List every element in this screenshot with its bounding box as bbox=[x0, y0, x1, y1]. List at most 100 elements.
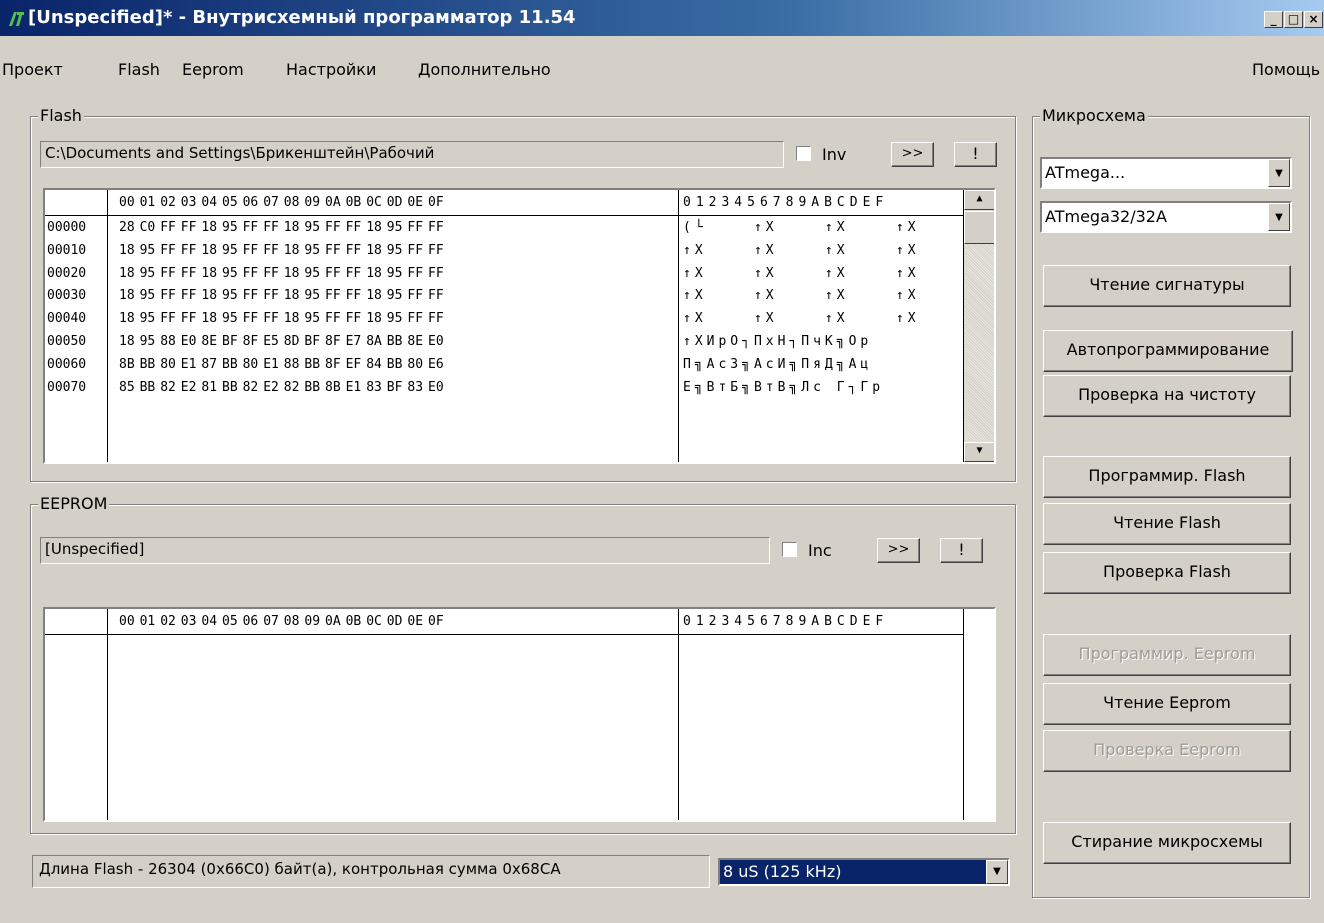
byte-cell[interactable]: FF bbox=[407, 243, 423, 258]
byte-cell[interactable]: 95 bbox=[140, 334, 156, 349]
byte-cell[interactable]: 18 bbox=[284, 288, 300, 303]
byte-cell[interactable]: FF bbox=[160, 288, 176, 303]
byte-cell[interactable]: 95 bbox=[140, 311, 156, 326]
byte-cell[interactable]: E1 bbox=[181, 357, 197, 372]
byte-cell[interactable]: FF bbox=[181, 311, 197, 326]
byte-cell[interactable]: 18 bbox=[119, 266, 135, 281]
byte-cell[interactable]: 8F bbox=[325, 357, 341, 372]
byte-cell[interactable]: 95 bbox=[140, 266, 156, 281]
byte-cell[interactable]: 8E bbox=[407, 334, 423, 349]
byte-cell[interactable]: 18 bbox=[201, 266, 217, 281]
byte-cell[interactable]: FF bbox=[263, 311, 279, 326]
byte-cell[interactable]: 80 bbox=[243, 357, 259, 372]
byte-cell[interactable]: BB bbox=[304, 380, 320, 395]
byte-cell[interactable]: 95 bbox=[222, 288, 238, 303]
byte-cell[interactable]: FF bbox=[181, 243, 197, 258]
byte-cell[interactable]: 18 bbox=[366, 288, 382, 303]
byte-cell[interactable]: FF bbox=[243, 243, 259, 258]
menu-help[interactable]: Помощь bbox=[1252, 60, 1320, 79]
byte-cell[interactable]: 18 bbox=[284, 266, 300, 281]
byte-cell[interactable]: FF bbox=[407, 220, 423, 235]
byte-cell[interactable]: FF bbox=[243, 266, 259, 281]
byte-cell[interactable]: FF bbox=[181, 288, 197, 303]
byte-cell[interactable]: 95 bbox=[222, 311, 238, 326]
byte-cell[interactable]: BB bbox=[222, 357, 238, 372]
byte-cell[interactable]: 18 bbox=[201, 243, 217, 258]
byte-cell[interactable]: FF bbox=[346, 266, 362, 281]
byte-cell[interactable]: FF bbox=[160, 220, 176, 235]
byte-cell[interactable]: 18 bbox=[284, 220, 300, 235]
flash-warn-button[interactable]: ! bbox=[954, 142, 997, 167]
byte-cell[interactable]: 18 bbox=[201, 288, 217, 303]
byte-cell[interactable]: 95 bbox=[387, 266, 403, 281]
byte-cell[interactable]: FF bbox=[325, 266, 341, 281]
byte-cell[interactable]: E1 bbox=[263, 357, 279, 372]
chevron-down-icon[interactable]: ▼ bbox=[1268, 159, 1290, 187]
byte-cell[interactable]: E2 bbox=[263, 380, 279, 395]
speed-select[interactable]: 8 uS (125 kHz) ▼ bbox=[718, 858, 1010, 886]
byte-cell[interactable]: 18 bbox=[119, 288, 135, 303]
byte-cell[interactable]: 80 bbox=[160, 357, 176, 372]
byte-cell[interactable]: 18 bbox=[366, 243, 382, 258]
byte-cell[interactable]: E0 bbox=[428, 380, 444, 395]
minimize-button[interactable]: _ bbox=[1264, 11, 1283, 28]
byte-cell[interactable]: 18 bbox=[366, 220, 382, 235]
byte-cell[interactable]: FF bbox=[243, 288, 259, 303]
menu-eeprom[interactable]: Eeprom bbox=[182, 60, 244, 79]
byte-cell[interactable]: FF bbox=[428, 311, 444, 326]
flash-path-field[interactable]: C:\Documents and Settings\Брикенштейн\Ра… bbox=[40, 141, 784, 168]
byte-cell[interactable]: FF bbox=[428, 266, 444, 281]
byte-cell[interactable]: 83 bbox=[407, 380, 423, 395]
byte-cell[interactable]: 87 bbox=[201, 357, 217, 372]
byte-cell[interactable]: E5 bbox=[263, 334, 279, 349]
byte-cell[interactable]: 84 bbox=[366, 357, 382, 372]
byte-cell[interactable]: BF bbox=[222, 334, 238, 349]
byte-cell[interactable]: FF bbox=[346, 311, 362, 326]
byte-cell[interactable]: BB bbox=[304, 357, 320, 372]
byte-cell[interactable]: 8D bbox=[284, 334, 300, 349]
menu-settings[interactable]: Настройки bbox=[286, 60, 376, 79]
menu-project[interactable]: Проект bbox=[2, 60, 63, 79]
byte-cell[interactable]: FF bbox=[243, 311, 259, 326]
byte-cell[interactable]: FF bbox=[263, 288, 279, 303]
byte-cell[interactable]: 18 bbox=[119, 311, 135, 326]
chip-model-select[interactable]: ATmega32/32A ▼ bbox=[1040, 201, 1292, 233]
byte-cell[interactable]: 85 bbox=[119, 380, 135, 395]
byte-cell[interactable]: BB bbox=[387, 334, 403, 349]
byte-cell[interactable]: E0 bbox=[181, 334, 197, 349]
chevron-down-icon[interactable]: ▼ bbox=[986, 860, 1008, 884]
byte-cell[interactable]: 95 bbox=[304, 311, 320, 326]
eeprom-warn-button[interactable]: ! bbox=[940, 538, 983, 563]
byte-cell[interactable]: FF bbox=[428, 288, 444, 303]
byte-cell[interactable]: 18 bbox=[284, 311, 300, 326]
autoprogram-button[interactable]: Автопрограммирование bbox=[1043, 330, 1293, 372]
inv-checkbox[interactable] bbox=[796, 146, 811, 161]
program-eeprom-button[interactable]: Программир. Eeprom bbox=[1043, 634, 1291, 676]
scroll-down-button[interactable]: ▼ bbox=[964, 442, 994, 462]
byte-cell[interactable]: 8E bbox=[201, 334, 217, 349]
byte-cell[interactable]: 82 bbox=[160, 380, 176, 395]
byte-cell[interactable]: 8F bbox=[325, 334, 341, 349]
byte-cell[interactable]: E2 bbox=[181, 380, 197, 395]
byte-cell[interactable]: 95 bbox=[222, 243, 238, 258]
verify-flash-button[interactable]: Проверка Flash bbox=[1043, 552, 1291, 594]
byte-cell[interactable]: 28 bbox=[119, 220, 135, 235]
byte-cell[interactable]: FF bbox=[407, 266, 423, 281]
byte-cell[interactable]: 83 bbox=[366, 380, 382, 395]
byte-cell[interactable]: FF bbox=[325, 220, 341, 235]
byte-cell[interactable]: 95 bbox=[304, 243, 320, 258]
byte-cell[interactable]: BB bbox=[140, 380, 156, 395]
byte-cell[interactable]: 95 bbox=[387, 311, 403, 326]
byte-cell[interactable]: 8B bbox=[325, 380, 341, 395]
byte-cell[interactable]: FF bbox=[428, 220, 444, 235]
byte-cell[interactable]: 18 bbox=[201, 311, 217, 326]
byte-cell[interactable]: C0 bbox=[140, 220, 156, 235]
chip-family-select[interactable]: ATmega... ▼ bbox=[1040, 157, 1292, 189]
byte-cell[interactable]: EF bbox=[346, 357, 362, 372]
byte-cell[interactable]: FF bbox=[346, 288, 362, 303]
byte-cell[interactable]: FF bbox=[325, 311, 341, 326]
byte-cell[interactable]: 18 bbox=[201, 220, 217, 235]
byte-cell[interactable]: BF bbox=[304, 334, 320, 349]
chevron-down-icon[interactable]: ▼ bbox=[1268, 203, 1290, 231]
byte-cell[interactable]: 18 bbox=[284, 243, 300, 258]
